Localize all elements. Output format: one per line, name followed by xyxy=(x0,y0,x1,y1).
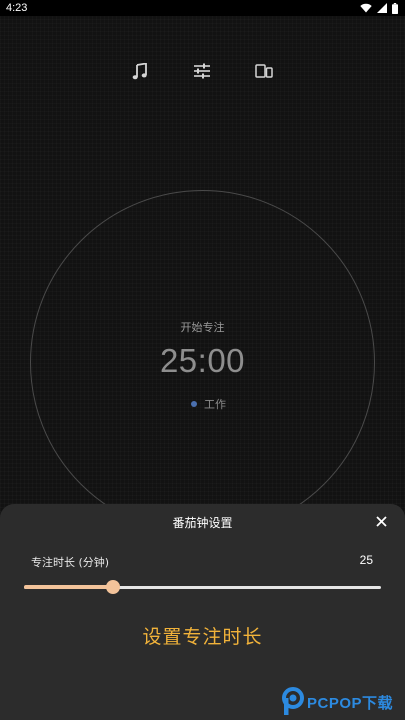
timer-label: 开始专注 xyxy=(180,321,225,334)
status-icons xyxy=(360,2,398,14)
focus-duration-value: 25 xyxy=(359,553,373,567)
signal-icon xyxy=(377,3,387,13)
wifi-icon xyxy=(360,3,372,13)
tune-sliders-icon xyxy=(193,63,211,79)
close-button[interactable] xyxy=(373,513,389,529)
watermark: PCPOP下载 xyxy=(281,684,405,720)
device-icon xyxy=(255,64,273,78)
watermark-brand: PCPOP下载 xyxy=(307,694,394,712)
tag-text: 工作 xyxy=(204,398,226,411)
close-icon xyxy=(375,512,387,531)
focus-duration-label: 专注时长 (分钟) xyxy=(31,556,110,569)
sheet-title: 番茄钟设置 xyxy=(172,516,233,530)
pcpop-logo-icon xyxy=(281,687,305,717)
timer-tag[interactable]: 工作 xyxy=(0,396,405,412)
app-screen: 4:23 开始专注 25:00 工作 番茄钟设置 专注时长 (分钟) 25 设置… xyxy=(0,0,405,720)
battery-icon xyxy=(392,2,398,14)
settings-button[interactable] xyxy=(191,60,213,82)
focus-duration-slider[interactable] xyxy=(24,580,381,594)
slider-fill xyxy=(24,585,114,589)
status-bar: 4:23 xyxy=(0,0,405,16)
tag-dot xyxy=(191,401,197,407)
device-button[interactable] xyxy=(253,60,275,82)
slider-thumb[interactable] xyxy=(106,580,121,594)
status-time: 4:23 xyxy=(6,2,28,14)
timer-time: 25:00 xyxy=(159,342,246,379)
music-note-icon xyxy=(132,62,148,80)
top-toolbar xyxy=(0,60,405,82)
music-button[interactable] xyxy=(129,60,151,82)
set-focus-duration-button[interactable]: 设置专注时长 xyxy=(0,622,405,649)
